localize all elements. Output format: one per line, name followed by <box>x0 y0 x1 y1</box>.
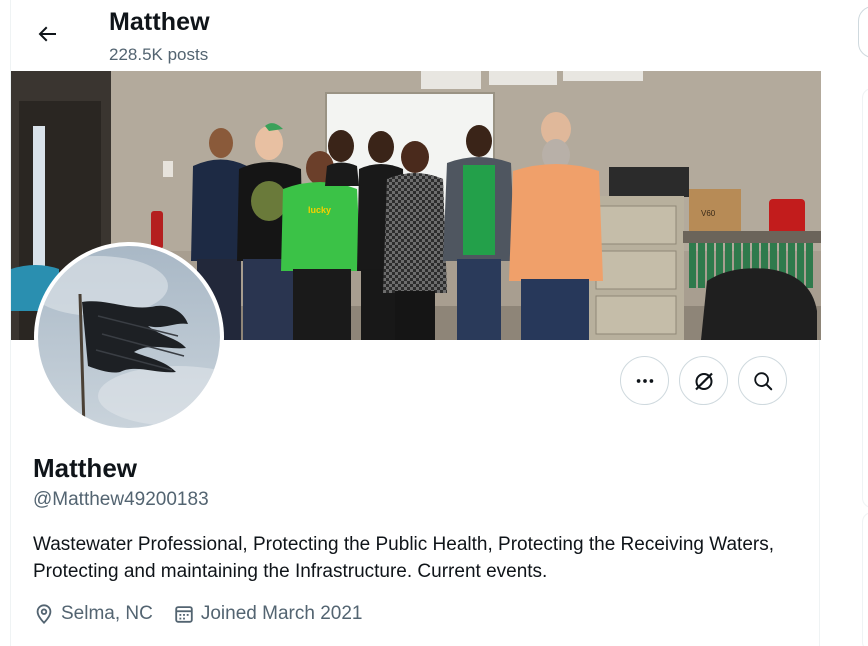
arrow-left-icon <box>38 26 56 42</box>
calendar-icon <box>175 606 193 623</box>
location-pin-icon <box>36 604 52 624</box>
profile-bio: Wastewater Professional, Protecting the … <box>33 534 774 582</box>
profile-location: Selma, NC <box>33 603 153 625</box>
profile-column: Matthew 228.5K posts V60 lucky Matthew @… <box>10 0 821 646</box>
grok-button[interactable] <box>679 356 728 405</box>
search-icon <box>753 371 772 390</box>
location-text: Selma, NC <box>61 603 153 624</box>
profile-avatar[interactable] <box>34 242 224 432</box>
shirt-text: lucky <box>308 205 331 215</box>
right-sidebar-panel <box>862 88 868 508</box>
back-button[interactable] <box>29 16 65 52</box>
more-options-button[interactable] <box>620 356 669 405</box>
joined-text: Joined March 2021 <box>200 603 363 624</box>
search-profile-button[interactable] <box>738 356 787 405</box>
grok-icon <box>694 372 713 390</box>
box-label: V60 <box>701 209 716 218</box>
header-title: Matthew <box>109 8 210 36</box>
right-sidebar-panel-2 <box>862 512 868 646</box>
profile-handle: @Matthew49200183 <box>33 489 209 510</box>
profile-header: Matthew 228.5K posts <box>11 0 821 71</box>
right-sidebar-search-pill <box>858 6 868 58</box>
profile-meta: Selma, NC Joined March 2021 <box>33 603 382 625</box>
profile-display-name: Matthew <box>33 453 137 483</box>
more-horizontal-icon <box>636 378 653 383</box>
avatar-flag-image <box>38 246 220 428</box>
profile-joined: Joined March 2021 <box>173 603 363 625</box>
header-post-count: 228.5K posts <box>109 45 209 64</box>
